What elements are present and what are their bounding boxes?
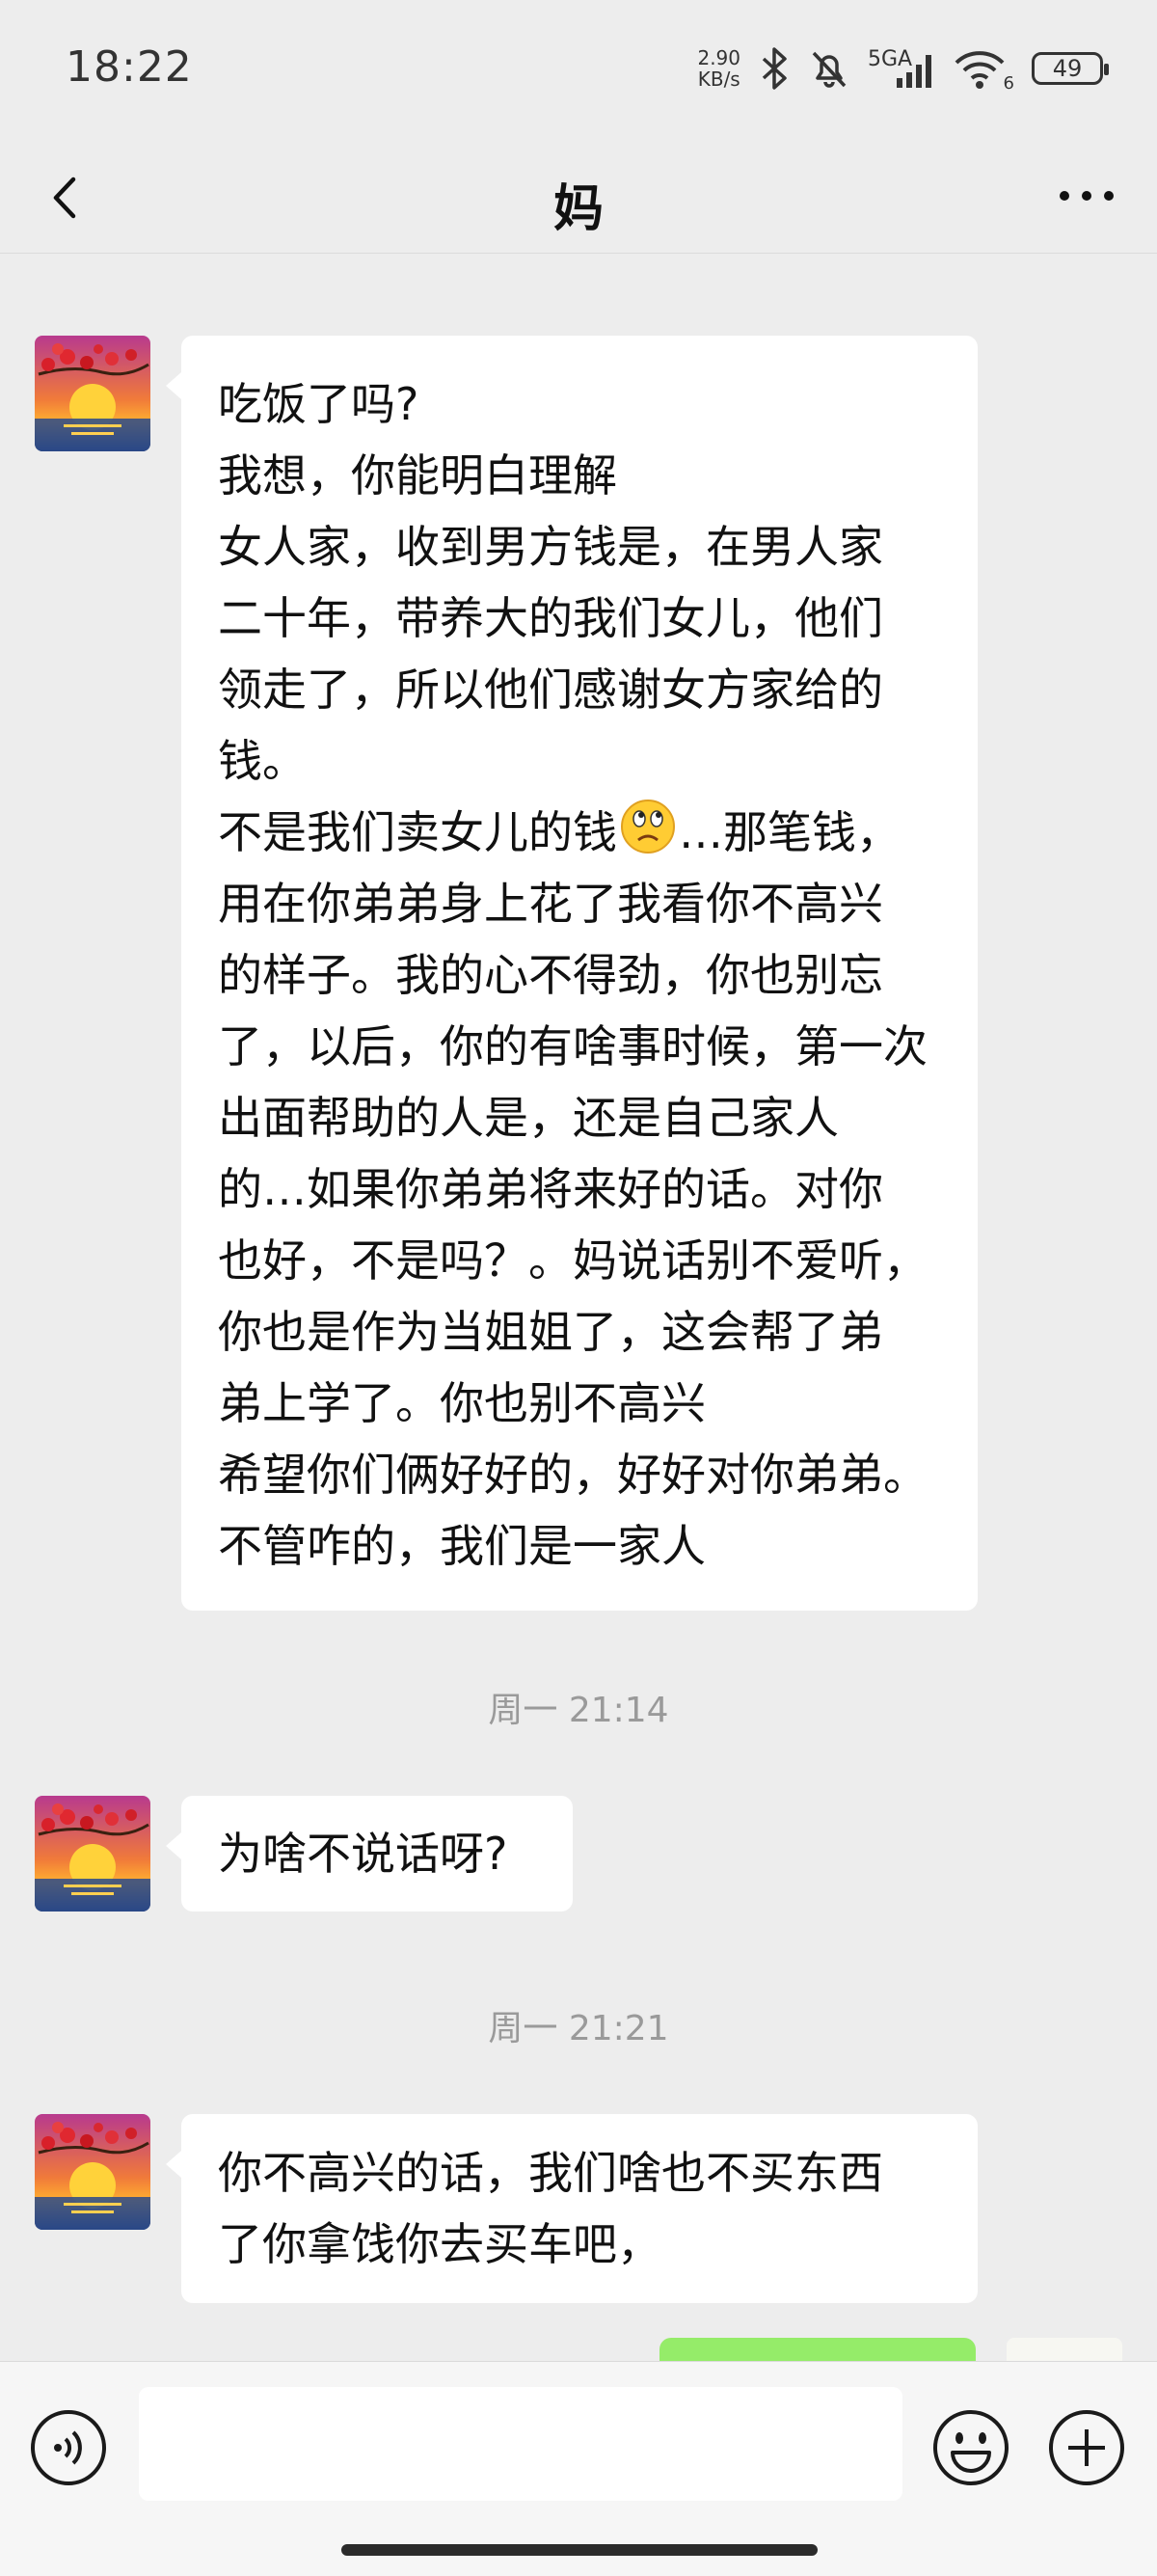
- sunset-avatar-image: [35, 1796, 150, 1912]
- wifi-status: 6: [953, 47, 1014, 94]
- avatar[interactable]: [35, 336, 150, 451]
- signal-bars-icon: [897, 55, 931, 88]
- net-speed: 2.90 KB/s: [697, 47, 740, 90]
- sunset-avatar-image: [35, 2114, 150, 2230]
- avatar[interactable]: [35, 1796, 150, 1912]
- message-line-with-emoji: 不是我们卖女儿的钱 …那笔钱，: [218, 797, 939, 868]
- message-line: 领走了，所以他们感谢女方家给的: [218, 664, 883, 716]
- message-bubble[interactable]: 你不高兴的话，我们啥也不买东西 了你拿饯你去买车吧，: [166, 2114, 978, 2303]
- message-line: 钱。: [218, 735, 307, 787]
- status-bar: 18:22 2.90 KB/s 5GA 6 49: [0, 0, 1157, 145]
- message-bubble[interactable]: 吃饭了吗? 我想，你能明白理解 女人家，收到男方钱是，在男人家 二十年，带养大的…: [166, 336, 978, 1611]
- confused-emoji-icon: [621, 800, 675, 854]
- avatar[interactable]: [35, 2114, 150, 2230]
- status-icons: 2.90 KB/s 5GA 6 49: [697, 44, 1109, 94]
- sunset-avatar-image: [35, 336, 150, 451]
- message-bubble[interactable]: 为啥不说话呀?: [166, 1796, 573, 1912]
- chat-title: 妈: [552, 180, 604, 238]
- message-line: 吃饭了吗?: [218, 378, 419, 430]
- message-line: 的…如果你弟弟将来好的话。对你: [218, 1163, 883, 1215]
- mute-bell-icon: [812, 51, 847, 88]
- plus-icon[interactable]: [1047, 2408, 1126, 2487]
- message-line: 你不高兴的话，我们啥也不买东西: [218, 2147, 883, 2199]
- message-line: 弟上学了。你也别不高兴: [218, 1377, 706, 1429]
- message-line: 你也是作为当姐姐了，这会帮了弟: [218, 1306, 883, 1358]
- message-line: 我想，你能明白理解: [218, 449, 617, 502]
- message-line: 用在你弟弟身上花了我看你不高兴: [218, 878, 883, 930]
- message-line: 了，以后，你的有啥事时候，第一次: [218, 1020, 928, 1072]
- chat-header: 妈: [0, 145, 1157, 254]
- wifi-sub: 6: [1003, 73, 1014, 94]
- bluetooth-icon: [762, 47, 787, 90]
- message-text: …那笔钱，: [679, 806, 901, 858]
- more-icon[interactable]: [1053, 172, 1120, 220]
- voice-icon[interactable]: [29, 2408, 108, 2487]
- message-line: 出面帮助的人是，还是自己家人: [218, 1092, 839, 1144]
- message-line: 二十年，带养大的我们女儿，他们: [218, 592, 883, 644]
- battery-indicator: 49: [1032, 52, 1109, 85]
- wifi-icon: [955, 51, 1005, 89]
- message-line: 为啥不说话呀?: [218, 1828, 508, 1880]
- message-line: 女人家，收到男方钱是，在男人家: [218, 521, 883, 573]
- message-input[interactable]: [139, 2387, 902, 2501]
- message-line: 不管咋的，我们是一家人: [218, 1520, 706, 1572]
- message-line: 希望你们俩好好的，好好对你弟弟。: [218, 1449, 928, 1501]
- cellular-signal: 5GA: [868, 47, 935, 90]
- status-time: 18:22: [66, 42, 193, 92]
- net-speed-value: 2.90: [697, 46, 740, 69]
- message-text: 不是我们卖女儿的钱: [218, 806, 617, 858]
- message-line: 的样子。我的心不得劲，你也别忘: [218, 949, 883, 1001]
- message-timestamp: 周一 21:21: [488, 2009, 669, 2048]
- home-indicator[interactable]: [341, 2544, 818, 2556]
- net-speed-unit: KB/s: [697, 68, 740, 91]
- message-line: 也好，不是吗？。妈说话别不爱听，: [218, 1234, 928, 1287]
- message-line: 了你拿饯你去买车吧，: [218, 2218, 661, 2270]
- emoji-icon[interactable]: [931, 2408, 1010, 2487]
- message-timestamp: 周一 21:14: [488, 1691, 669, 1730]
